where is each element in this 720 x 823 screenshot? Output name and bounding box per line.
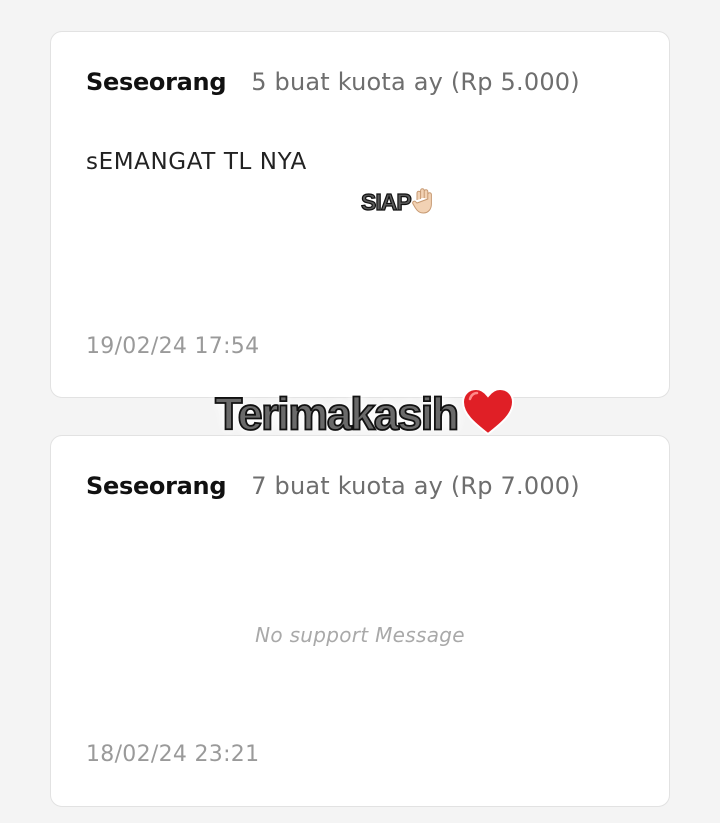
- support-description: 5 buat kuota ay (Rp 5.000): [251, 68, 580, 96]
- siap-sticker: SIAP: [360, 187, 436, 221]
- siap-sticker-text: SIAP: [360, 188, 412, 216]
- support-card-header: Seseorang 7 buat kuota ay (Rp 7.000): [86, 472, 580, 500]
- no-support-message: No support Message: [255, 623, 465, 647]
- terimakasih-sticker-text: Terimakasih: [214, 387, 460, 440]
- raised-hand-icon: [411, 187, 436, 221]
- support-card: Seseorang 5 buat kuota ay (Rp 5.000) sEM…: [50, 31, 670, 398]
- support-feed: Seseorang 5 buat kuota ay (Rp 5.000) sEM…: [0, 0, 720, 823]
- support-timestamp: 18/02/24 23:21: [86, 742, 260, 767]
- support-card: Seseorang 7 buat kuota ay (Rp 7.000) No …: [50, 435, 670, 807]
- support-timestamp: 19/02/24 17:54: [86, 334, 260, 359]
- support-card-header: Seseorang 5 buat kuota ay (Rp 5.000): [86, 68, 580, 96]
- supporter-name: Seseorang: [86, 472, 227, 500]
- terimakasih-sticker: Terimakasih: [214, 387, 516, 447]
- supporter-name: Seseorang: [86, 68, 227, 96]
- red-heart-icon: [460, 387, 516, 447]
- support-description: 7 buat kuota ay (Rp 7.000): [251, 472, 580, 500]
- support-message: sEMANGAT TL NYA: [86, 149, 307, 175]
